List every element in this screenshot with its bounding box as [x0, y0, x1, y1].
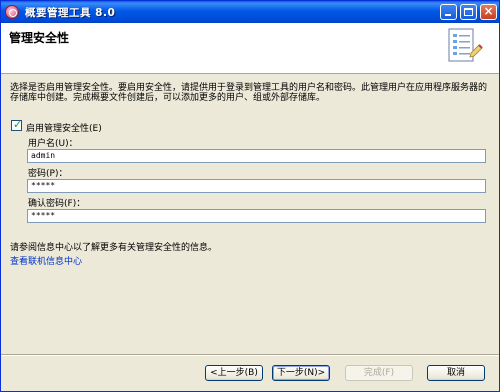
username-label: 用户名(U)：: [28, 139, 78, 149]
password-label: 密码(P)：: [28, 169, 68, 179]
profile-tool-icon: [5, 5, 19, 19]
info-text: 请参阅信息中心以了解更多有关管理安全性的信息。: [10, 243, 218, 253]
enable-security-checkbox[interactable]: ✓: [11, 118, 23, 131]
minimize-icon: [445, 14, 451, 16]
cancel-button[interactable]: 取消: [427, 365, 485, 381]
username-field[interactable]: admin: [27, 149, 486, 163]
close-button[interactable]: ×: [480, 4, 497, 20]
online-info-center-link[interactable]: 查看联机信息中心: [10, 254, 82, 267]
close-icon: ×: [483, 4, 494, 18]
confirm-password-label: 确认密码(F)：: [28, 199, 86, 209]
profile-management-dialog: 概要管理工具 8.0 × 管理安全性 选择是否启用管理安全性。要启用安全性，请提…: [0, 0, 500, 392]
password-field[interactable]: *****: [27, 179, 486, 193]
description-text: 选择是否启用管理安全性。要启用安全性，请提供用于登录到管理工具的用户名和密码。此…: [10, 83, 488, 103]
back-button[interactable]: <上一步(B): [205, 365, 263, 381]
next-button[interactable]: 下一步(N)>: [272, 365, 330, 381]
bottom-divider: [1, 354, 499, 356]
finish-button[interactable]: 完成(F): [345, 365, 413, 381]
title-bar[interactable]: 概要管理工具 8.0 ×: [1, 1, 499, 23]
page-title: 管理安全性: [9, 31, 70, 45]
confirm-password-field[interactable]: *****: [27, 209, 486, 223]
window-title: 概要管理工具 8.0: [25, 7, 116, 19]
maximize-icon: [464, 8, 473, 16]
maximize-button[interactable]: [460, 4, 477, 20]
wizard-document-icon: [448, 28, 483, 62]
checkmark-icon: ✓: [13, 118, 23, 131]
enable-security-label[interactable]: 启用管理安全性(E): [26, 121, 102, 134]
wizard-header: 管理安全性: [1, 23, 499, 74]
minimize-button[interactable]: [440, 4, 457, 20]
